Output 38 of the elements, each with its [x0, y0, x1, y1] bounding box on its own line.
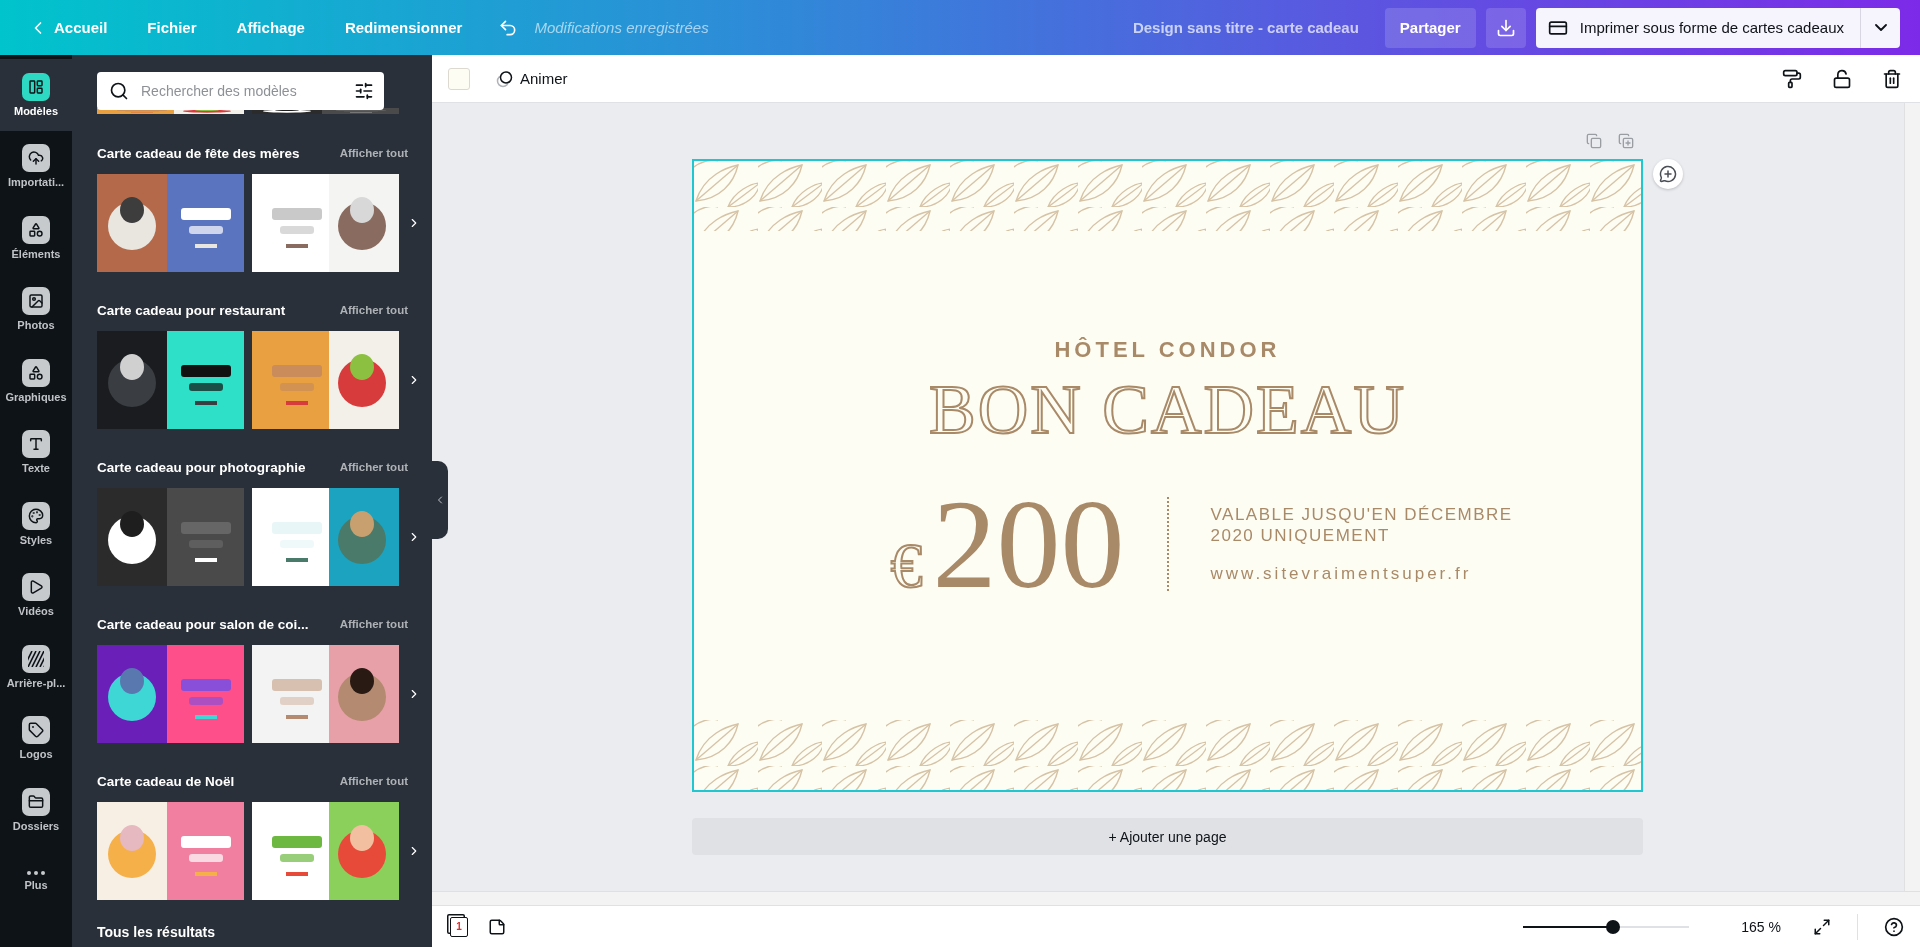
see-all-link[interactable]: Afficher tout	[339, 461, 408, 473]
design-title: Design sans titre - carte cadeau	[1132, 19, 1359, 36]
sidebar-tab[interactable]: Texte	[0, 416, 72, 488]
animate-button[interactable]: Animer	[490, 68, 574, 89]
amount: 200	[932, 484, 1125, 604]
website-text: www.sitevraimentsuper.fr	[1210, 564, 1472, 584]
section-title: Carte cadeau de Noël	[97, 773, 235, 789]
add-page-button[interactable]: + Ajouter une page	[692, 818, 1643, 855]
see-all-link[interactable]: Afficher tout	[339, 775, 408, 787]
page-indicator[interactable]: 1	[450, 916, 468, 937]
search-field[interactable]: Rechercher des modèles	[97, 72, 384, 110]
sidebar-tab[interactable]: Dossiers	[0, 774, 72, 846]
save-status: Modifications enregistrées	[534, 19, 709, 36]
sidebar-tab[interactable]: Graphiques	[0, 345, 72, 417]
validity-text: 2020 UNIQUEMENT	[1210, 525, 1390, 546]
sidebar-tab[interactable]: Importati...	[0, 130, 72, 202]
sidebar-tab[interactable]: Arrière-pl...	[0, 631, 72, 703]
currency-symbol: €	[890, 529, 923, 603]
hotel-name: HÔTEL CONDOR	[1054, 336, 1281, 364]
section-title: Carte cadeau de fête des mères	[97, 145, 300, 161]
see-all-link[interactable]: Afficher tout	[339, 304, 408, 316]
section-title: Tous les résultats	[97, 924, 216, 940]
see-all-link[interactable]: Afficher tout	[339, 147, 408, 159]
sidebar-tab[interactable]: Éléments	[0, 202, 72, 274]
sidebar-tab[interactable]: Styles	[0, 488, 72, 560]
sidebar-tab[interactable]: Plus	[0, 845, 72, 917]
sidebar-tab[interactable]: Vidéos	[0, 559, 72, 631]
sidebar-tab[interactable]: Photos	[0, 273, 72, 345]
card-title: BON CADEAU	[929, 376, 1406, 444]
validity-text: VALABLE JUSQU'EN DÉCEMBRE	[1210, 504, 1513, 525]
sidebar-tab[interactable]: Logos	[0, 702, 72, 774]
section-title: Carte cadeau pour restaurant	[97, 302, 286, 318]
sidebar-tab[interactable]: Modèles	[0, 59, 72, 131]
see-all-link[interactable]: Afficher tout	[339, 618, 408, 630]
section-title: Carte cadeau pour salon de coi...	[97, 616, 309, 632]
zoom-level: 165 %	[1741, 918, 1781, 935]
section-title: Carte cadeau pour photographie	[97, 459, 306, 475]
share-button[interactable]: Partager	[1384, 7, 1476, 48]
